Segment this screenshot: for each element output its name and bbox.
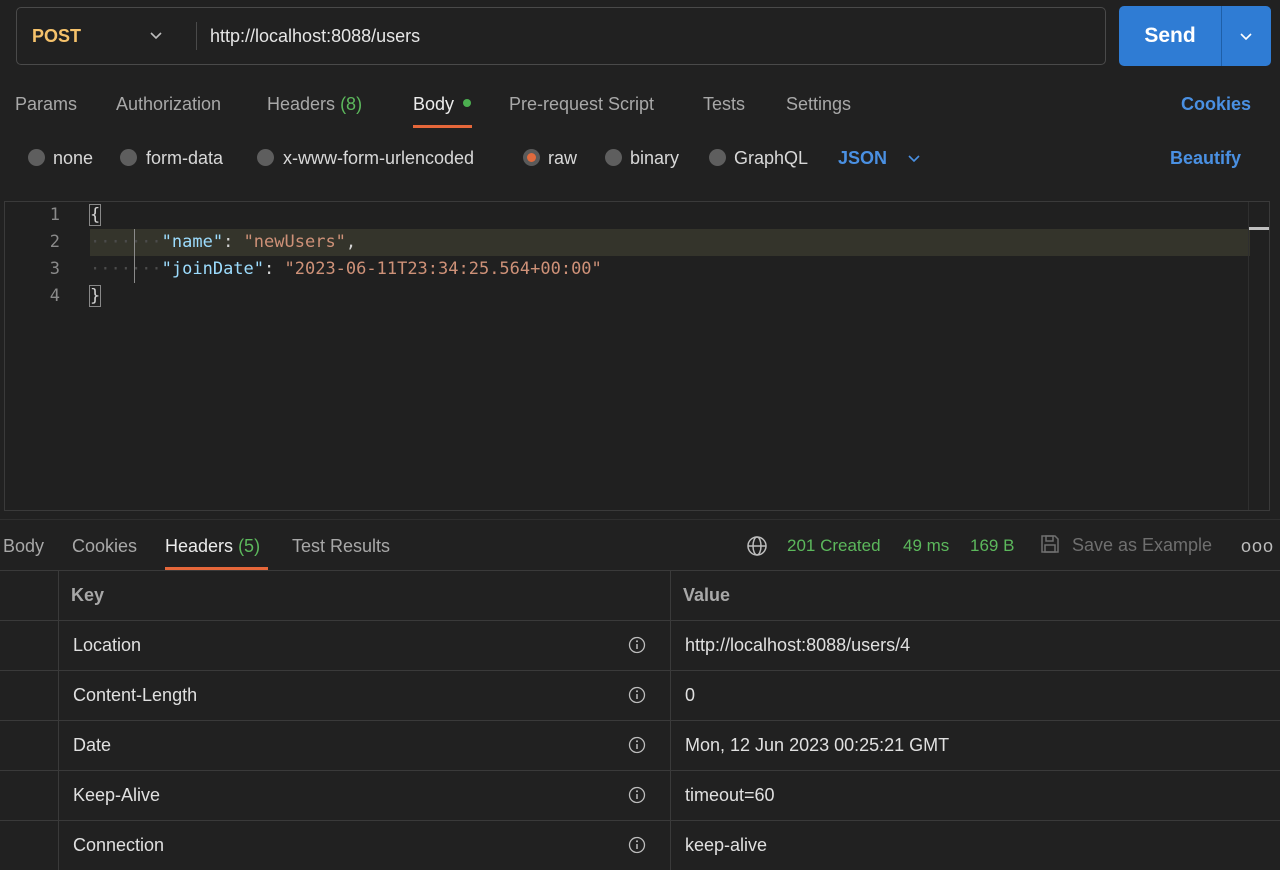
radio-raw[interactable] xyxy=(523,149,540,166)
resp-tab-body[interactable]: Body xyxy=(3,534,44,558)
radio-raw-label[interactable]: raw xyxy=(548,146,577,170)
save-as-example-button[interactable]: Save as Example xyxy=(1072,533,1212,557)
resp-tab-headers-label: Headers xyxy=(165,536,234,556)
line-number: 3 xyxy=(49,259,60,279)
chevron-down-icon[interactable] xyxy=(148,27,164,43)
resp-tab-test-results[interactable]: Test Results xyxy=(292,534,390,558)
json-key: "name" xyxy=(161,232,224,252)
tab-params[interactable]: Params xyxy=(15,92,77,116)
status-code[interactable]: 201 Created xyxy=(787,534,881,558)
row-divider xyxy=(0,620,1280,621)
row-divider xyxy=(0,820,1280,821)
body-modified-dot xyxy=(463,99,471,107)
tab-prerequest-script[interactable]: Pre-request Script xyxy=(509,92,654,116)
header-value: Mon, 12 Jun 2023 00:25:21 GMT xyxy=(685,735,950,755)
table-top-border xyxy=(0,570,1280,571)
scroll-marker xyxy=(1249,227,1269,230)
radio-graphql[interactable] xyxy=(709,149,726,166)
radio-graphql-label[interactable]: GraphQL xyxy=(734,146,808,170)
resp-tab-headers-count: (5) xyxy=(238,536,261,556)
tab-body[interactable]: Body xyxy=(413,92,454,116)
send-divider xyxy=(1221,6,1222,66)
radio-none[interactable] xyxy=(28,149,45,166)
url-divider xyxy=(196,22,197,50)
close-brace: } xyxy=(88,285,102,307)
radio-form-data[interactable] xyxy=(120,149,137,166)
radio-none-label[interactable]: none xyxy=(53,146,93,170)
radio-form-data-label[interactable]: form-data xyxy=(146,146,223,170)
url-input[interactable]: http://localhost:8088/users xyxy=(210,7,420,65)
header-key: Keep-Alive xyxy=(73,785,161,805)
save-icon[interactable] xyxy=(1039,533,1061,555)
globe-icon[interactable] xyxy=(746,535,768,557)
header-value: timeout=60 xyxy=(685,785,775,805)
radio-urlencoded[interactable] xyxy=(257,149,274,166)
editor-scrollbar[interactable] xyxy=(1248,202,1249,510)
line-number: 2 xyxy=(49,232,60,252)
response-divider[interactable] xyxy=(0,519,1280,520)
line-number: 4 xyxy=(49,286,60,306)
tab-settings[interactable]: Settings xyxy=(786,92,851,116)
header-key: Connection xyxy=(73,835,165,855)
code-line-2: ·······"name": "newUsers", xyxy=(90,232,357,252)
json-value: "2023-06-11T23:34:25.564+00:00" xyxy=(284,259,602,279)
header-value: http://localhost:8088/users/4 xyxy=(685,635,911,655)
column-header-value: Value xyxy=(683,585,731,605)
format-select[interactable]: JSON xyxy=(838,146,887,170)
row-divider xyxy=(0,770,1280,771)
chevron-down-icon[interactable] xyxy=(906,150,922,166)
info-icon[interactable] xyxy=(628,736,646,754)
radio-urlencoded-label[interactable]: x-www-form-urlencoded xyxy=(283,146,474,170)
code-line-1: { xyxy=(88,202,102,229)
beautify-button[interactable]: Beautify xyxy=(1170,146,1241,170)
method-select[interactable]: POST xyxy=(32,7,81,65)
tab-tests[interactable]: Tests xyxy=(703,92,745,116)
tab-headers[interactable]: Headers (8) xyxy=(267,92,362,116)
more-options-icon[interactable]: ooo xyxy=(1241,534,1274,558)
code-line-3: ·······"joinDate": "2023-06-11T23:34:25.… xyxy=(90,259,602,279)
radio-binary[interactable] xyxy=(605,149,622,166)
open-brace: { xyxy=(88,204,102,226)
header-key: Content-Length xyxy=(73,685,198,705)
radio-binary-label[interactable]: binary xyxy=(630,146,679,170)
header-key: Date xyxy=(73,735,112,755)
column-header-key: Key xyxy=(71,585,105,605)
info-icon[interactable] xyxy=(628,686,646,704)
resp-tab-cookies[interactable]: Cookies xyxy=(72,534,137,558)
code-line-4: } xyxy=(88,283,102,310)
info-icon[interactable] xyxy=(628,786,646,804)
send-options-chevron-icon[interactable] xyxy=(1238,28,1254,44)
cookies-link[interactable]: Cookies xyxy=(1181,92,1251,116)
info-icon[interactable] xyxy=(628,636,646,654)
response-time[interactable]: 49 ms xyxy=(903,534,949,558)
url-bar xyxy=(16,7,1106,65)
header-value: keep-alive xyxy=(685,835,768,855)
tab-body-underline xyxy=(413,125,472,128)
header-value: 0 xyxy=(685,685,696,705)
line-number: 1 xyxy=(49,205,60,225)
info-icon[interactable] xyxy=(628,836,646,854)
row-divider xyxy=(0,670,1280,671)
indent-guide xyxy=(134,229,135,283)
header-key: Location xyxy=(73,635,142,655)
send-button[interactable]: Send xyxy=(1119,6,1221,66)
row-divider xyxy=(0,720,1280,721)
tab-headers-count: (8) xyxy=(340,94,363,114)
json-key: "joinDate" xyxy=(161,259,265,279)
response-size[interactable]: 169 B xyxy=(970,534,1014,558)
tab-authorization[interactable]: Authorization xyxy=(116,92,221,116)
json-value: "newUsers" xyxy=(243,232,346,252)
tab-headers-label: Headers xyxy=(267,94,336,114)
resp-tab-headers[interactable]: Headers (5) xyxy=(165,534,260,558)
